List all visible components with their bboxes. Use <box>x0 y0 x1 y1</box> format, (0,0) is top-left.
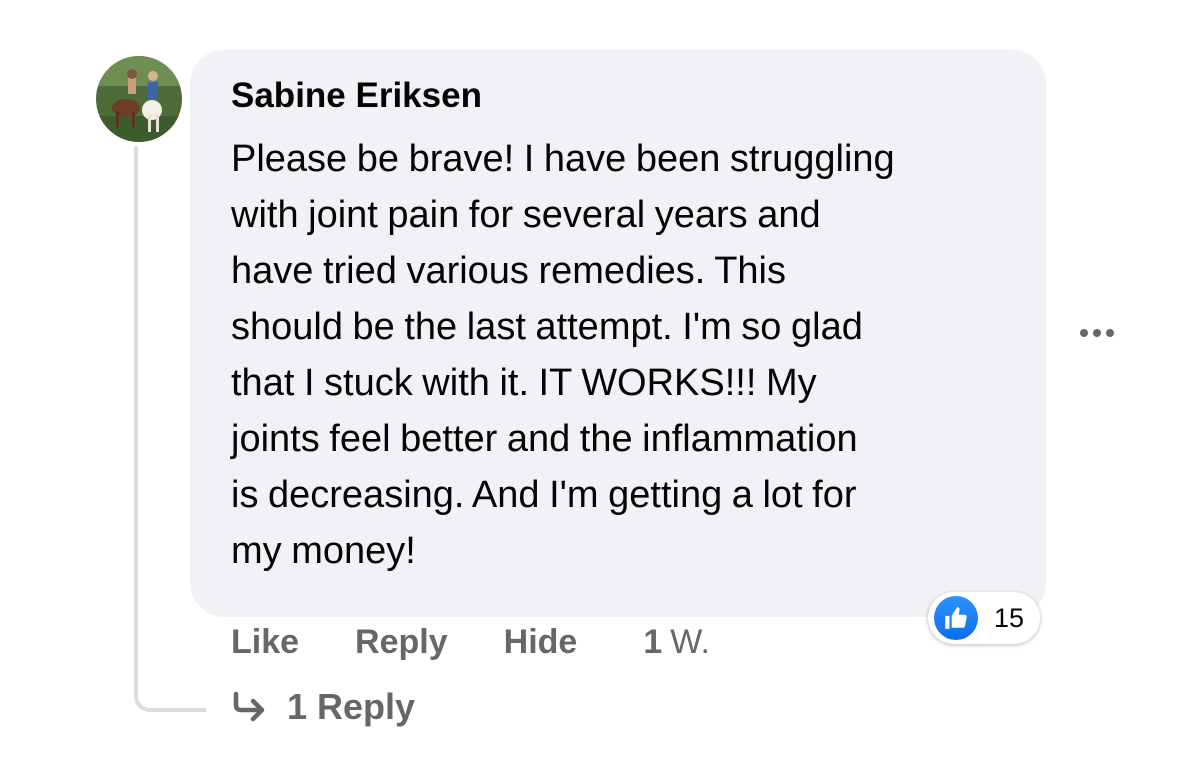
timestamp-unit: W. <box>670 622 710 661</box>
more-options-dots-icon <box>1106 329 1114 337</box>
reply-button[interactable]: Reply <box>355 623 448 662</box>
comment-text-line: is decreasing. And I'm getting a lot for <box>231 474 857 516</box>
more-options-button[interactable] <box>1074 318 1120 348</box>
avatar[interactable] <box>96 56 182 142</box>
timestamp-number: 1 <box>643 622 663 661</box>
comment-text-line: my money! <box>231 530 416 572</box>
avatar-photo <box>96 56 182 142</box>
comment-author-name[interactable]: Sabine Eriksen <box>231 76 1006 122</box>
comment-text-line: have tried various remedies. This <box>231 250 786 292</box>
like-button[interactable]: Like <box>231 623 299 662</box>
view-replies-link[interactable]: 1 Reply <box>231 684 415 730</box>
replies-count-label: 1 Reply <box>287 686 416 727</box>
comment-text-line: joints feel better and the inflammation <box>231 418 858 460</box>
reaction-summary[interactable]: 15 <box>928 592 1040 644</box>
thumbs-up-like-icon <box>934 596 978 640</box>
hide-button[interactable]: Hide <box>504 623 578 662</box>
reply-arrow-icon <box>231 691 269 723</box>
comment-text-line: that I stuck with it. IT WORKS!!! My <box>231 362 817 404</box>
comment-text: Please be brave! I have been struggling … <box>231 131 1006 579</box>
more-options-dots-icon <box>1080 329 1088 337</box>
comment-actions: Like Reply Hide 1 W. <box>231 620 710 664</box>
comment-text-line: with joint pain for several years and <box>231 194 821 236</box>
reaction-count: 15 <box>994 602 1025 633</box>
comment-bubble: Sabine Eriksen Please be brave! I have b… <box>190 50 1046 617</box>
comment-text-line: Please be brave! I have been struggling <box>231 138 895 180</box>
comment-thread: Sabine Eriksen Please be brave! I have b… <box>0 0 1200 776</box>
more-options-dots-icon <box>1093 329 1101 337</box>
comment-timestamp[interactable]: 1 W. <box>643 623 710 662</box>
comment-text-line: should be the last attempt. I'm so glad <box>231 306 863 348</box>
